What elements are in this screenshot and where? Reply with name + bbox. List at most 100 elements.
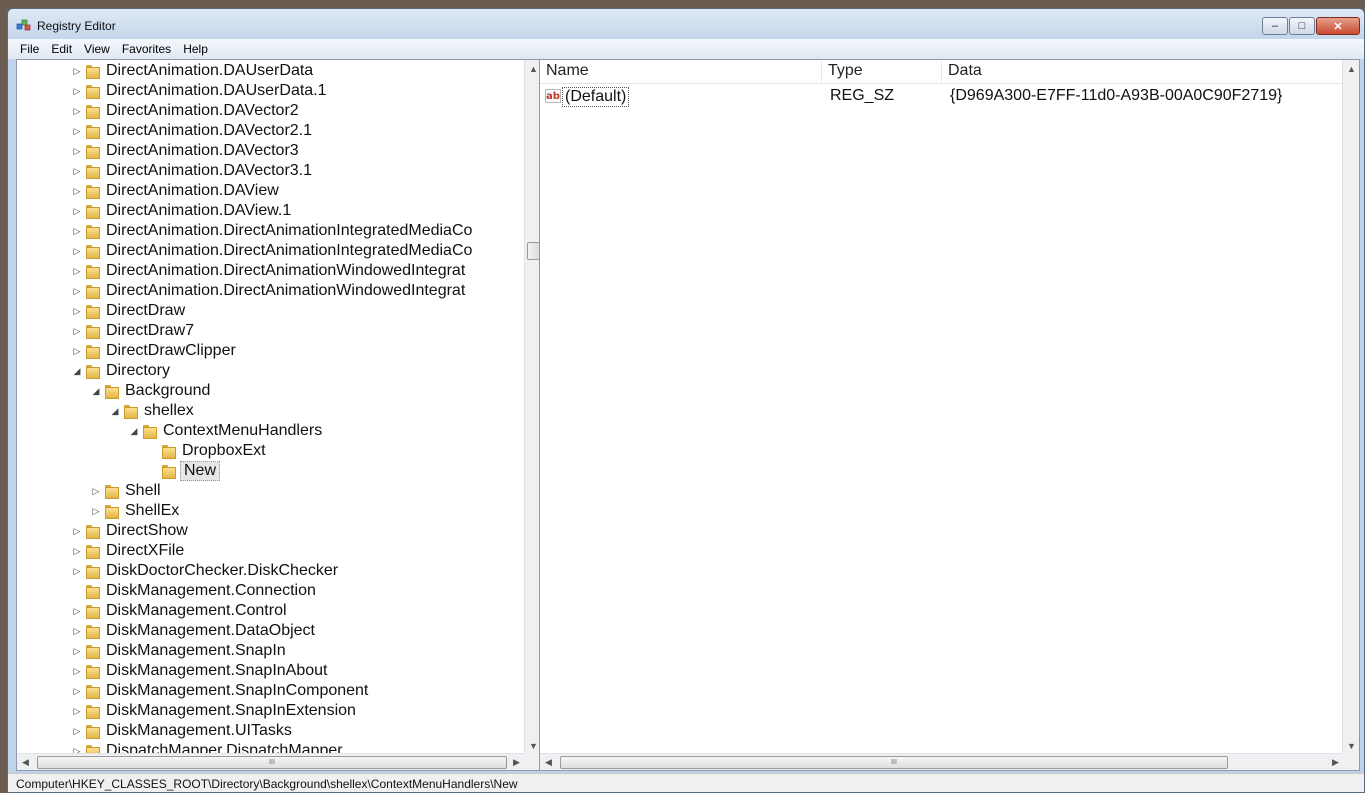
expand-arrow-icon[interactable]: ▷ xyxy=(72,644,82,658)
value-row[interactable]: ab (Default) REG_SZ {D969A300-E7FF-11d0-… xyxy=(540,86,1344,108)
tree-node[interactable]: ▷ DirectAnimation.DAVector2 xyxy=(17,101,525,121)
tree-node[interactable]: ◢ Background xyxy=(17,381,525,401)
collapse-arrow-icon[interactable]: ◢ xyxy=(110,404,120,418)
tree-node[interactable]: ▷ DirectDraw xyxy=(17,301,525,321)
tree-node[interactable]: ▷ DirectAnimation.DAVector3.1 xyxy=(17,161,525,181)
menu-view[interactable]: View xyxy=(78,42,116,56)
expand-arrow-icon[interactable]: ▷ xyxy=(72,664,82,678)
folder-icon xyxy=(85,584,100,599)
close-button[interactable]: ✕ xyxy=(1316,17,1360,35)
expand-arrow-icon[interactable]: ▷ xyxy=(72,204,82,218)
folder-icon xyxy=(85,84,100,99)
tree-node-label: DirectAnimation.DAVector2 xyxy=(106,102,299,119)
tree-node[interactable]: ▷ DirectAnimation.DirectAnimationIntegrat… xyxy=(17,221,525,241)
expand-arrow-icon[interactable]: ▷ xyxy=(72,244,82,258)
expand-arrow-icon[interactable]: ▷ xyxy=(72,624,82,638)
scroll-right-button[interactable]: ▶ xyxy=(508,754,525,771)
expand-arrow-icon[interactable]: ▷ xyxy=(72,544,82,558)
menu-file[interactable]: File xyxy=(14,42,45,56)
collapse-arrow-icon[interactable]: ◢ xyxy=(72,364,82,378)
column-header-type[interactable]: Type xyxy=(822,62,942,82)
tree-node[interactable]: ▷ DirectAnimation.DAView.1 xyxy=(17,201,525,221)
tree-node[interactable]: ▷ Shell xyxy=(17,481,525,501)
tree-node[interactable]: ▷ DiskDoctorChecker.DiskChecker xyxy=(17,561,525,581)
tree-node[interactable]: ▷ DirectDrawClipper xyxy=(17,341,525,361)
expand-arrow-icon[interactable]: ▷ xyxy=(72,524,82,538)
tree-node[interactable]: ▷ DirectAnimation.DAView xyxy=(17,181,525,201)
tree-node[interactable]: ◢ ContextMenuHandlers xyxy=(17,421,525,441)
folder-icon xyxy=(85,164,100,179)
expand-arrow-icon[interactable]: ▷ xyxy=(72,564,82,578)
tree-node[interactable]: ▷ DiskManagement.DataObject xyxy=(17,621,525,641)
registry-values-list[interactable]: Name Type Data ab (Default) REG_SZ {D969… xyxy=(539,59,1360,771)
minimize-button[interactable]: – xyxy=(1262,17,1288,35)
tree-node[interactable]: ▷ DiskManagement.SnapInComponent xyxy=(17,681,525,701)
tree-node[interactable]: DiskManagement.Connection xyxy=(17,581,525,601)
expand-arrow-icon[interactable]: ▷ xyxy=(72,144,82,158)
menu-edit[interactable]: Edit xyxy=(45,42,78,56)
expand-arrow-icon[interactable]: ▷ xyxy=(72,264,82,278)
tree-node[interactable]: ▷ DiskManagement.SnapIn xyxy=(17,641,525,661)
collapse-arrow-icon[interactable]: ◢ xyxy=(91,384,101,398)
expand-arrow-icon[interactable]: ▷ xyxy=(91,504,101,518)
tree-node[interactable]: ▷ DirectAnimation.DAUserData xyxy=(17,61,525,81)
menu-help[interactable]: Help xyxy=(177,42,214,56)
tree-node[interactable]: ▷ DirectAnimation.DAUserData.1 xyxy=(17,81,525,101)
expand-arrow-icon[interactable]: ▷ xyxy=(72,324,82,338)
collapse-arrow-icon[interactable]: ◢ xyxy=(129,424,139,438)
list-scroll-up-button[interactable]: ▲ xyxy=(1343,60,1360,77)
tree-node[interactable]: ▷ DirectXFile xyxy=(17,541,525,561)
menu-favorites[interactable]: Favorites xyxy=(116,42,177,56)
tree-node[interactable]: ▷ DiskManagement.UITasks xyxy=(17,721,525,741)
list-horizontal-scroll-thumb[interactable]: III xyxy=(560,756,1228,769)
tree-node[interactable]: ▷ DirectAnimation.DAVector3 xyxy=(17,141,525,161)
tree-node[interactable]: ▷ ShellEx xyxy=(17,501,525,521)
tree-node-label: DirectDrawClipper xyxy=(106,342,236,359)
expand-arrow-icon[interactable]: ▷ xyxy=(72,64,82,78)
list-horizontal-scrollbar[interactable]: ◀ III ▶ xyxy=(540,753,1344,770)
expand-arrow-icon[interactable]: ▷ xyxy=(72,164,82,178)
column-header-name[interactable]: Name xyxy=(540,62,822,82)
expand-arrow-icon[interactable]: ▷ xyxy=(72,84,82,98)
folder-icon xyxy=(85,624,100,639)
expand-arrow-icon[interactable]: ▷ xyxy=(72,124,82,138)
expand-arrow-icon[interactable]: ▷ xyxy=(72,224,82,238)
maximize-button[interactable]: □ xyxy=(1289,17,1315,35)
expand-arrow-icon[interactable]: ▷ xyxy=(72,104,82,118)
expand-arrow-icon[interactable]: ▷ xyxy=(72,304,82,318)
tree-node-label: DiskDoctorChecker.DiskChecker xyxy=(106,562,339,579)
column-header-data[interactable]: Data xyxy=(942,62,1344,82)
tree-node[interactable]: ◢ Directory xyxy=(17,361,525,381)
list-scroll-down-button[interactable]: ▼ xyxy=(1343,737,1360,754)
expand-arrow-icon[interactable]: ▷ xyxy=(72,684,82,698)
expand-arrow-icon[interactable]: ▷ xyxy=(72,704,82,718)
tree-node[interactable]: New xyxy=(17,461,525,481)
tree-horizontal-scroll-thumb[interactable]: III xyxy=(37,756,507,769)
tree-node[interactable]: ▷ DiskManagement.SnapInExtension xyxy=(17,701,525,721)
registry-key-tree[interactable]: ▷ DirectAnimation.DAUserData ▷ DirectAnimat… xyxy=(16,59,542,771)
tree-node[interactable]: ▷ DirectAnimation.DAVector2.1 xyxy=(17,121,525,141)
folder-icon xyxy=(161,444,176,459)
list-vertical-scrollbar[interactable]: ▲ ▼ xyxy=(1342,60,1359,754)
expand-arrow-icon[interactable]: ▷ xyxy=(72,344,82,358)
tree-node[interactable]: ▷ DiskManagement.SnapInAbout xyxy=(17,661,525,681)
tree-node-label: DirectDraw xyxy=(106,302,186,319)
list-scroll-left-button[interactable]: ◀ xyxy=(540,754,557,771)
expand-arrow-icon[interactable]: ▷ xyxy=(72,604,82,618)
tree-node-label: DiskManagement.SnapInAbout xyxy=(106,662,328,679)
expand-arrow-icon[interactable]: ▷ xyxy=(91,484,101,498)
expand-arrow-icon[interactable]: ▷ xyxy=(72,184,82,198)
tree-node[interactable]: ◢ shellex xyxy=(17,401,525,421)
expand-arrow-icon[interactable]: ▷ xyxy=(72,724,82,738)
tree-node[interactable]: ▷ DirectAnimation.DirectAnimationWindowed… xyxy=(17,281,525,301)
tree-node[interactable]: ▷ DirectAnimation.DirectAnimationWindowed… xyxy=(17,261,525,281)
tree-node[interactable]: ▷ DirectAnimation.DirectAnimationIntegrat… xyxy=(17,241,525,261)
expand-arrow-icon[interactable]: ▷ xyxy=(72,284,82,298)
tree-node[interactable]: ▷ DirectShow xyxy=(17,521,525,541)
tree-horizontal-scrollbar[interactable]: ◀ III ▶ xyxy=(17,753,525,770)
title-bar[interactable]: Registry Editor – □ ✕ xyxy=(8,9,1364,39)
scroll-left-button[interactable]: ◀ xyxy=(17,754,34,771)
tree-node[interactable]: ▷ DiskManagement.Control xyxy=(17,601,525,621)
tree-node[interactable]: ▷ DirectDraw7 xyxy=(17,321,525,341)
tree-node[interactable]: DropboxExt xyxy=(17,441,525,461)
